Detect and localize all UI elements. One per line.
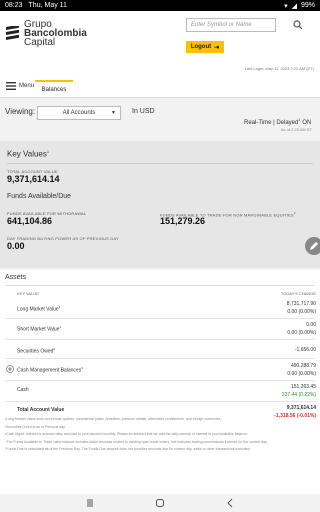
securities-owed-value: -1,656.00	[294, 347, 316, 353]
as-of-time: As of 2:23 AM ET	[280, 127, 312, 132]
total-account-value: 9,371,614.14	[7, 174, 60, 184]
cash-change: 337.44 (0.22%)	[281, 392, 316, 398]
key-values-panel: Key Values1 TOTAL ACCOUNT VALUE 9,371,61…	[0, 141, 320, 268]
menu-label: Menu	[19, 83, 35, 89]
brand-logo[interactable]: Grupo Bancolombia Capital	[6, 20, 87, 48]
withdrawal-value: 641,104.86	[7, 216, 53, 226]
home-icon[interactable]	[155, 498, 165, 508]
total-account-value-row: 9,371,614.14	[286, 405, 316, 411]
day-bp-value: 0.00	[7, 241, 25, 251]
status-date: Thu, May 11	[28, 2, 67, 9]
status-time: 08:23	[5, 2, 23, 9]
divider	[5, 358, 315, 359]
divider	[5, 380, 315, 381]
bancolombia-logo-icon	[6, 26, 19, 40]
wifi-icon: ▾	[284, 2, 288, 10]
divider	[5, 318, 315, 319]
cash-management-label: Cash Management Balances3	[17, 366, 83, 374]
divider	[7, 163, 313, 164]
back-icon[interactable]	[225, 498, 235, 508]
footnote: ²Securities Owed is as of Previous day.	[5, 424, 66, 429]
logout-arrow-icon: ⇥	[214, 44, 220, 51]
account-select-value: All Accounts	[62, 110, 96, 116]
edit-button[interactable]	[305, 237, 320, 255]
cash-label: Cash	[17, 387, 29, 393]
system-nav-bar	[0, 494, 320, 512]
realtime-text: Real-Time | Delayed	[244, 120, 299, 126]
status-bar: 08:23 Thu, May 11 ▾ ◢ 99%	[0, 0, 320, 11]
chevron-down-icon: ▼	[111, 110, 116, 116]
realtime-state: ON	[302, 120, 312, 126]
realtime-toggle[interactable]: Real-Time | Delayed1 ON	[244, 117, 311, 126]
recents-icon[interactable]	[85, 498, 95, 508]
securities-owed-label: Securities Owed2	[17, 347, 56, 355]
divider	[5, 339, 315, 340]
long-market-change: 0.00 (0.00%)	[287, 309, 316, 315]
cash-management-change: 0.00 (0.00%)	[287, 371, 316, 377]
short-market-value-label: Short Market Value1	[17, 325, 62, 333]
battery-level: 99%	[300, 2, 315, 9]
col-todays-change: TODAY'S CHANGE	[280, 291, 316, 296]
short-market-value: 0.00	[306, 322, 316, 328]
key-values-title: Key Values1	[7, 149, 50, 159]
logout-button[interactable]: Logout ⇥	[186, 41, 224, 53]
viewing-label: Viewing:	[5, 107, 36, 116]
signal-icon: ◢	[291, 2, 297, 10]
logout-label: Logout	[190, 44, 212, 50]
last-login: Last Login: May 11, 2023 2:22 AM (ET)	[244, 66, 314, 71]
footnote: ¹Long Market Value does not include opti…	[5, 417, 222, 421]
cash-value: 151,263.45	[290, 384, 316, 390]
cash-management-value: 490,288.79	[290, 363, 316, 369]
trade-value: 151,279.26	[160, 216, 206, 226]
brand-line3: Capital	[24, 37, 56, 48]
footnote: ⁵Funds Due is calculated as of the Previ…	[5, 447, 251, 451]
search-icon[interactable]	[293, 20, 303, 30]
assets-title: Assets	[5, 274, 27, 281]
footnote: ³Cash Mgmt: Interest is accrued daily an…	[5, 432, 248, 436]
menu-button[interactable]: Menu	[6, 82, 34, 90]
tab-balances[interactable]: Balances	[35, 80, 73, 97]
footnotes: ¹Long Market Value does not include opti…	[5, 416, 315, 454]
short-market-change: 0.00 (0.00%)	[287, 330, 316, 336]
hamburger-icon	[6, 82, 16, 90]
divider	[5, 401, 315, 402]
assets-panel: Assets KEY VALUE TODAY'S CHANGE Long Mar…	[0, 270, 320, 500]
currency-label: In USD	[132, 108, 155, 115]
long-market-value: 8,731,717.90	[286, 301, 316, 307]
col-key-value: KEY VALUE	[17, 291, 39, 296]
nav-bar: Menu Balances	[0, 76, 320, 98]
account-select[interactable]: All Accounts ▼	[37, 106, 121, 120]
long-market-value-label: Long Market Value1	[17, 305, 61, 313]
realtime-sup: 1	[298, 117, 301, 122]
pencil-icon	[310, 242, 318, 250]
divider	[5, 285, 315, 286]
app-header: Grupo Bancolombia Capital Enter Symbol o…	[0, 11, 320, 76]
footnote: ⁴The Funds Available to Trade value bala…	[5, 439, 268, 444]
funds-available-title: Funds Available/Due	[7, 193, 72, 200]
search-input[interactable]: Enter Symbol or Name	[186, 18, 276, 32]
total-account-value-row-label: Total Account Value	[17, 407, 65, 413]
expand-plus-icon[interactable]	[6, 365, 14, 373]
